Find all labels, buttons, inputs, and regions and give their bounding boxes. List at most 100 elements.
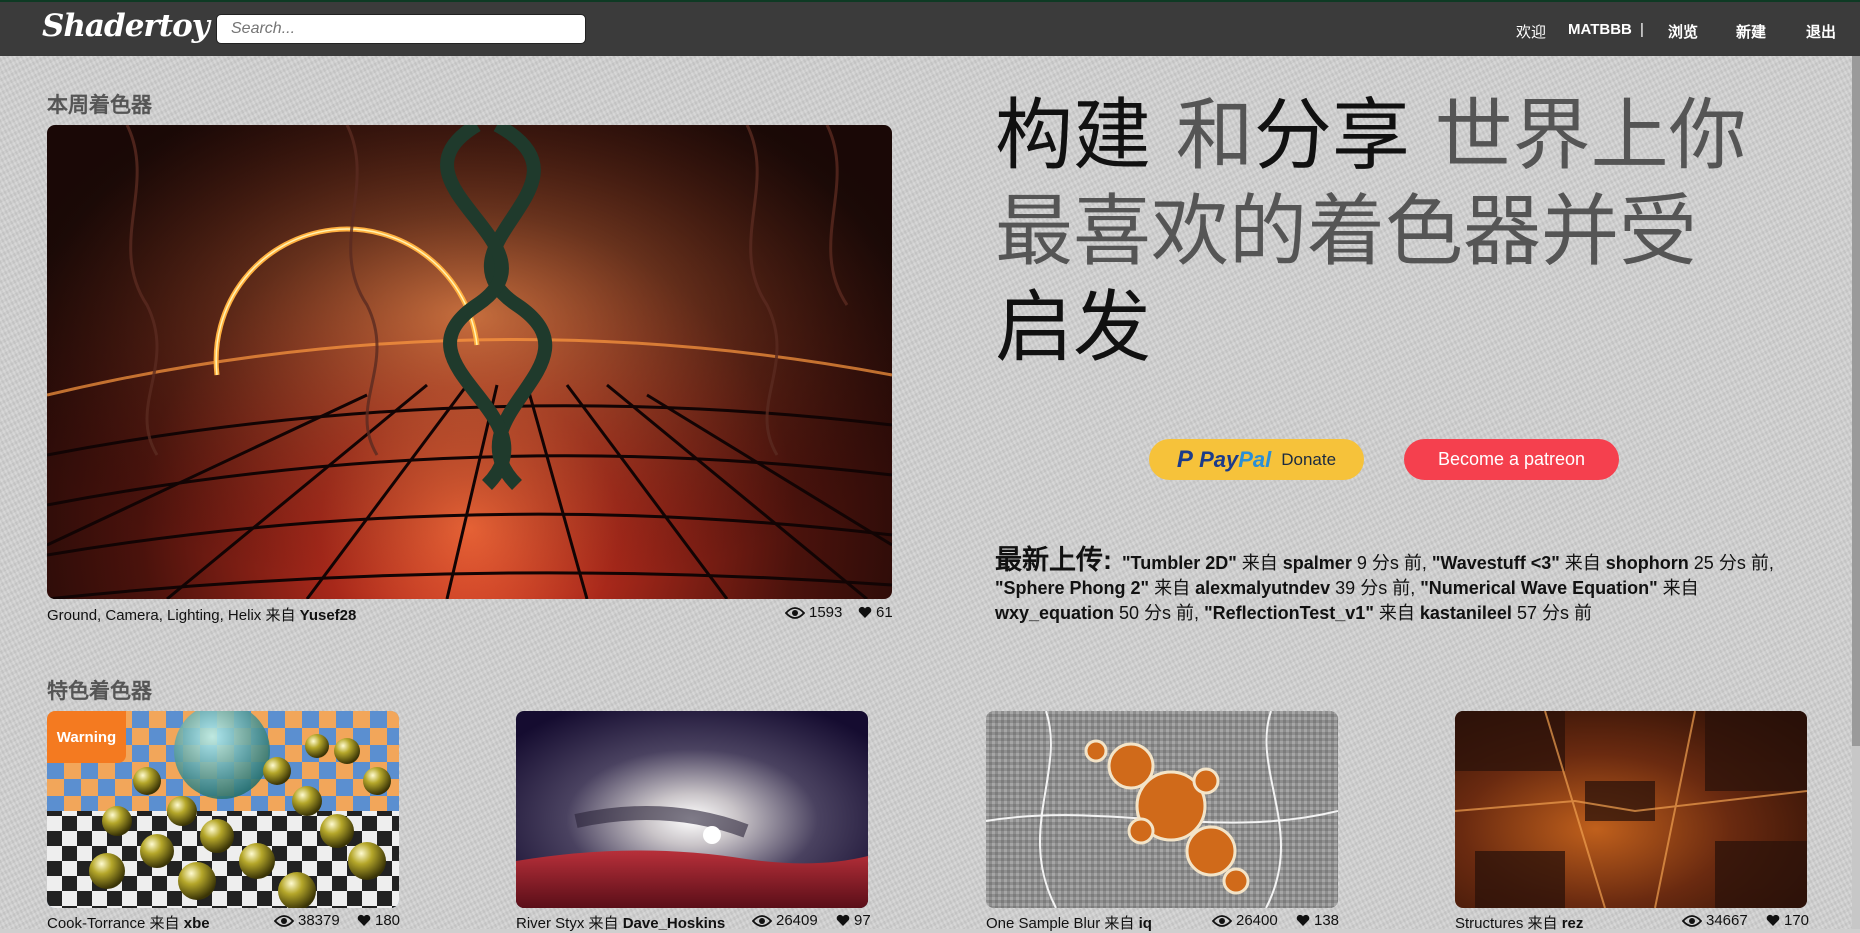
featured-likes: 170	[1766, 912, 1809, 929]
heart-icon	[836, 914, 850, 926]
latest-item-author[interactable]: alexmalyutndev	[1195, 578, 1330, 598]
featured-views: 26409	[752, 912, 818, 929]
featured-shader-author[interactable]: xbe	[184, 915, 210, 932]
one-sample-blur-image	[986, 711, 1338, 908]
heart-icon	[1766, 914, 1780, 926]
featured-views: 38379	[274, 912, 340, 929]
featured-shader-name[interactable]: River Styx	[516, 915, 584, 932]
nav-logout-link[interactable]: 退出	[1806, 21, 1836, 42]
latest-item-author[interactable]: kastanileel	[1420, 603, 1512, 623]
shadertoy-logo[interactable]: Shadertoy	[42, 8, 210, 44]
weekly-shader-author[interactable]: Yusef28	[300, 607, 357, 624]
featured-shader-author[interactable]: iq	[1139, 915, 1152, 932]
featured-caption: Cook-Torrance 来自 xbe	[47, 912, 210, 933]
latest-item-time: 57 分s 前	[1511, 603, 1592, 623]
featured-likes-count: 138	[1314, 912, 1340, 929]
featured-caption: One Sample Blur 来自 iq	[986, 912, 1152, 933]
weekly-shader-name[interactable]: Ground, Camera, Lighting, Helix	[47, 607, 261, 624]
featured-shader-thumb[interactable]	[516, 711, 868, 908]
headline-part-build: 构建	[995, 91, 1152, 181]
weekly-shader-heading: 本周着色器	[47, 94, 152, 117]
paypal-donate-label: Donate	[1281, 449, 1337, 469]
username-link[interactable]: MATBBB	[1568, 21, 1632, 38]
patreon-button[interactable]: Become a patreon	[1404, 439, 1619, 480]
featured-views-count: 34667	[1706, 912, 1748, 929]
weekly-likes-count: 61	[876, 604, 893, 621]
featured-shader-author[interactable]: Dave_Hoskins	[623, 915, 726, 932]
latest-uploads-label: 最新上传:	[995, 545, 1112, 575]
heart-icon	[858, 606, 872, 618]
featured-shader-name[interactable]: Cook-Torrance	[47, 915, 145, 932]
nav-browse-link[interactable]: 浏览	[1668, 21, 1698, 42]
featured-shader-from: 来自	[1104, 915, 1135, 932]
featured-likes-count: 180	[375, 912, 401, 929]
heart-icon	[357, 914, 371, 926]
latest-uploads: 最新上传: "Tumbler 2D" 来自 spalmer 9 分s 前, "W…	[995, 545, 1775, 626]
hero-headline: 构建 和分享 世界上你最喜欢的着色器并受 启发	[995, 88, 1795, 376]
weekly-views-count: 1593	[809, 604, 843, 621]
paypal-p-icon: P	[1176, 445, 1193, 473]
featured-shader-from: 来自	[1527, 915, 1558, 932]
headline-part-and: 和	[1151, 91, 1254, 181]
weekly-shader-caption: Ground, Camera, Lighting, Helix 来自 Yusef…	[47, 604, 356, 625]
featured-shader-from: 来自	[149, 915, 180, 932]
welcome-text: 欢迎	[1516, 24, 1547, 41]
structures-image	[1455, 711, 1807, 908]
featured-likes-count: 97	[854, 912, 871, 929]
latest-item-from: 来自	[1373, 603, 1420, 623]
latest-item-author[interactable]: shophorn	[1606, 553, 1689, 573]
featured-caption: River Styx 来自 Dave_Hoskins	[516, 912, 725, 933]
weekly-views: 1593	[785, 604, 842, 621]
latest-item-title[interactable]: "Numerical Wave Equation"	[1420, 578, 1657, 598]
latest-item-author[interactable]: wxy_equation	[995, 603, 1114, 623]
latest-item-from: 来自	[1149, 578, 1196, 598]
nav-new-link[interactable]: 新建	[1736, 21, 1766, 42]
latest-item-from: 来自	[1236, 553, 1283, 573]
featured-shader-author[interactable]: rez	[1562, 915, 1584, 932]
latest-item-from: 来自	[1559, 553, 1606, 573]
headline-part-share: 分享	[1253, 91, 1410, 181]
eye-icon	[752, 914, 772, 927]
headline-part-inspire: 启发	[995, 283, 1152, 373]
latest-item-author[interactable]: spalmer	[1283, 553, 1352, 573]
weekly-shader-preview[interactable]	[47, 125, 892, 599]
paypal-brand-pay: Pay	[1199, 446, 1239, 472]
featured-shaders-heading: 特色着色器	[47, 680, 152, 703]
featured-caption: Structures 来自 rez	[1455, 912, 1583, 933]
paypal-logo: P PayPal	[1177, 446, 1271, 474]
scrollbar-thumb[interactable]	[1852, 56, 1860, 746]
weekly-likes: 61	[858, 604, 893, 621]
featured-likes: 180	[357, 912, 400, 929]
featured-views-count: 26409	[776, 912, 818, 929]
latest-item-title[interactable]: "ReflectionTest_v1"	[1204, 603, 1374, 623]
weekly-shader-image	[47, 125, 892, 599]
featured-shader-from: 来自	[588, 915, 619, 932]
featured-likes-count: 170	[1784, 912, 1810, 929]
latest-item-time: 39 分s 前,	[1330, 578, 1421, 598]
search-input[interactable]	[216, 14, 586, 44]
featured-shader-name[interactable]: One Sample Blur	[986, 915, 1100, 932]
featured-views: 34667	[1682, 912, 1748, 929]
featured-likes: 97	[836, 912, 871, 929]
top-navbar: Shadertoy 欢迎 MATBBB | 浏览 新建 退出	[0, 0, 1860, 56]
featured-shader-thumb[interactable]	[986, 711, 1338, 908]
latest-item-time: 25 分s 前,	[1688, 553, 1774, 573]
paypal-brand-pal: Pal	[1238, 446, 1272, 472]
eye-icon	[274, 914, 294, 927]
eye-icon	[1682, 914, 1702, 927]
paypal-donate-button[interactable]: P PayPal Donate	[1149, 439, 1364, 480]
latest-item-title[interactable]: "Wavestuff <3"	[1432, 553, 1560, 573]
featured-views-count: 26400	[1236, 912, 1278, 929]
eye-icon	[1212, 914, 1232, 927]
latest-item-from: 来自	[1657, 578, 1699, 598]
latest-item-title[interactable]: "Sphere Phong 2"	[995, 578, 1149, 598]
latest-item-time: 9 分s 前,	[1351, 553, 1432, 573]
featured-shader-name[interactable]: Structures	[1455, 915, 1523, 932]
latest-item-title[interactable]: "Tumbler 2D"	[1122, 553, 1237, 573]
featured-shader-thumb[interactable]: Warning	[47, 711, 399, 908]
featured-views: 26400	[1212, 912, 1278, 929]
featured-shader-thumb[interactable]	[1455, 711, 1807, 908]
latest-item-time: 50 分s 前,	[1114, 603, 1205, 623]
weekly-shader-from: 来自	[265, 607, 296, 624]
warning-badge: Warning	[47, 711, 126, 763]
